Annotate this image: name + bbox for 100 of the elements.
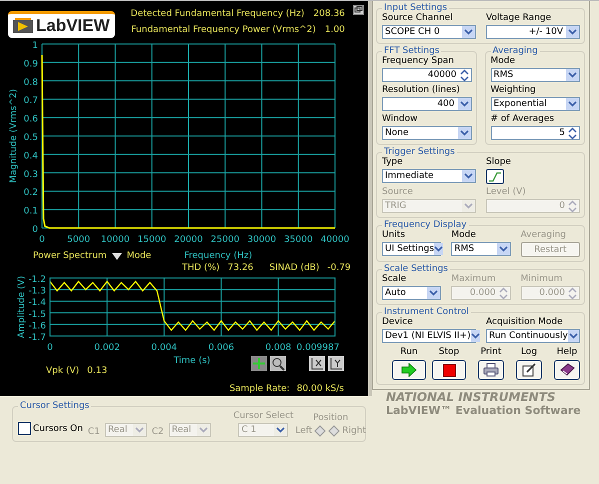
dropdown-arrow-icon[interactable]	[568, 330, 579, 342]
slope-button[interactable]	[486, 169, 504, 184]
metric-value: 73.26	[228, 263, 254, 273]
x-scale-icon[interactable]	[309, 356, 325, 371]
y-tick-label: 0.9	[24, 59, 38, 70]
dropdown-value: UI Settings	[385, 244, 434, 254]
book-icon	[560, 363, 574, 377]
control-label: Window	[382, 114, 418, 124]
y-tick-label: -1.7	[28, 333, 46, 343]
print-button[interactable]	[478, 360, 504, 380]
help-button[interactable]	[554, 360, 580, 380]
numeric-field[interactable]: 5	[490, 126, 580, 140]
y-tick-label: -1.4	[28, 298, 46, 308]
control-label: Units	[382, 230, 406, 240]
dropdown-arrow-icon[interactable]	[470, 330, 480, 342]
y-tick-label: 0.7	[24, 96, 38, 106]
dropdown-value: None	[385, 128, 410, 138]
zoom-icon[interactable]	[270, 356, 286, 371]
group-title: Trigger Settings	[383, 147, 456, 157]
dropdown[interactable]: Immediate	[382, 169, 476, 183]
x-axis-title: Frequency (Hz)	[184, 251, 252, 261]
control-label: Device	[382, 317, 414, 327]
restore-icon[interactable]	[353, 5, 364, 15]
control-label: Mode	[451, 230, 477, 240]
x-tick-label: 5000	[67, 235, 90, 245]
y-tick-label: -1.3	[28, 286, 46, 297]
x-tick-label: 15000	[138, 235, 166, 245]
dropdown-value: Auto	[385, 288, 407, 298]
dropdown-value: TRIG	[385, 201, 408, 211]
position-left-label: Left	[295, 426, 312, 436]
y-scale-icon[interactable]	[328, 356, 344, 371]
dropdown[interactable]: None	[382, 126, 472, 140]
y-tick-label: -1.2	[28, 275, 46, 285]
control-label: C2	[152, 427, 164, 437]
dropdown-value: Dev1 (NI ELVIS II+)	[385, 331, 471, 341]
control-label: Mode	[490, 56, 516, 66]
readout-value: 208.36	[313, 9, 345, 19]
group-title: Input Settings	[383, 3, 448, 13]
dropdown[interactable]: RMS	[451, 242, 511, 256]
dropdown-value: C 1	[241, 425, 258, 435]
stop-button[interactable]	[432, 360, 466, 380]
readout-label: Vpk (V)	[46, 366, 80, 376]
y-tick-label: 0.4	[24, 151, 38, 162]
dropdown[interactable]: +/- 10V	[486, 25, 580, 39]
dropdown[interactable]: UI Settings	[382, 242, 442, 256]
control-label: Weighting	[490, 85, 537, 95]
dropdown-arrow-icon[interactable]	[458, 127, 470, 139]
checkbox-label: Cursors On	[33, 424, 83, 434]
x-tick-label: 0.002	[94, 343, 120, 353]
dropdown-value: Immediate	[385, 171, 435, 181]
dropdown-arrow-icon[interactable]	[496, 243, 510, 255]
run-button[interactable]	[392, 360, 426, 380]
control-label: Slope	[486, 157, 512, 167]
y-tick-label: 0.8	[24, 78, 38, 88]
x-tick-label: 0.009987	[296, 343, 340, 353]
group-title: Cursor Settings	[19, 401, 90, 411]
control-label: C1	[88, 427, 100, 437]
product-wordmark: LabVIEW™ Evaluation Software	[386, 404, 581, 417]
dropdown-arrow-icon[interactable]	[458, 98, 470, 110]
dropdown[interactable]: SCOPE CH 0	[382, 25, 476, 39]
group-title: Frequency Display	[383, 220, 468, 230]
button-label: Print	[480, 347, 502, 357]
y-tick-label: 0.1	[24, 206, 38, 217]
dropdown[interactable]: RMS	[490, 68, 580, 82]
x-tick-label: 0.004	[151, 343, 178, 353]
dropdown[interactable]: Run Continuously	[486, 329, 580, 343]
x-tick-label: 35000	[284, 235, 313, 245]
checkbox[interactable]	[18, 422, 31, 435]
dropdown[interactable]: 400	[382, 97, 472, 111]
spinner-icon[interactable]	[460, 68, 468, 82]
control-label: Minimum	[520, 274, 564, 284]
dropdown-arrow-icon[interactable]	[112, 252, 122, 260]
y-tick-label: 0.3	[24, 170, 38, 180]
x-tick-label: 40000	[320, 235, 350, 245]
numeric-value: 5	[558, 128, 566, 138]
dropdown-value: Run Continuously	[489, 331, 568, 341]
dropdown-value: RMS	[494, 70, 514, 80]
y-tick-label: 1	[32, 41, 38, 51]
dropdown-value: RMS	[454, 244, 476, 254]
pencil-note-icon	[522, 363, 536, 377]
dropdown[interactable]: Exponential	[490, 97, 580, 111]
y-tick-label: 0.2	[24, 188, 38, 198]
dropdown[interactable]: Auto	[382, 286, 442, 300]
readout-value: 80.00 kS/s	[296, 384, 344, 394]
readout-label: Detected Fundamental Frequency (Hz)	[130, 9, 304, 19]
numeric-field[interactable]: 40000	[382, 68, 472, 82]
control-label: # of Averages	[490, 114, 556, 124]
button-label: Run	[400, 347, 418, 357]
y-tick-label: 0	[32, 225, 38, 235]
x-axis-title: Time (s)	[174, 356, 210, 366]
spinner-icon[interactable]	[568, 126, 577, 140]
control-label: Scale	[382, 274, 408, 284]
log-button[interactable]	[516, 360, 542, 380]
button-label: Stop	[438, 347, 460, 357]
control-label: Level (V)	[486, 187, 527, 197]
y-axis-title: Amplitude (V)	[17, 276, 27, 338]
group-title: Instrument Control	[383, 307, 470, 317]
mode-value[interactable]: Power Spectrum	[33, 251, 107, 261]
readout-value: 0.13	[87, 366, 108, 376]
numeric-value: 40000	[426, 70, 458, 80]
